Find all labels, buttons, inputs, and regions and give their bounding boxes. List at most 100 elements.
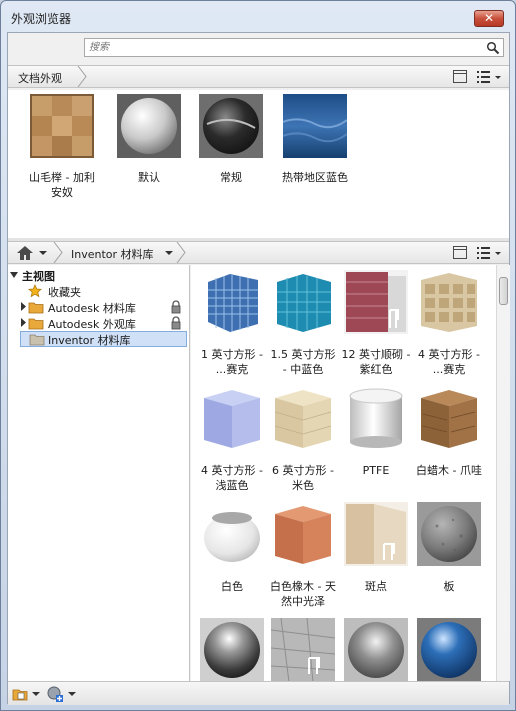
close-button[interactable]: ✕ (474, 10, 504, 27)
library-materials-grid: 1 英寸方形 - ...赛克 1.5 英寸方形 - 中蓝色 12 英寸顺砌 - … (191, 265, 496, 681)
library-menu-dropdown-icon[interactable] (32, 690, 40, 698)
search-box[interactable] (84, 38, 504, 57)
sphere-steel-swatch (344, 618, 408, 681)
document-appearances-bar: 文档外观 (8, 65, 509, 88)
material-label: 1.5 英寸方形 - 中蓝色 (270, 348, 336, 376)
thumbnail-view-icon[interactable] (453, 246, 467, 259)
material-tile[interactable]: 白蜡木 - 爪哇 (413, 386, 485, 478)
open-library-folder-icon[interactable] (12, 686, 30, 702)
collapse-arrow-icon[interactable] (10, 271, 19, 280)
material-tile[interactable]: 白色 (196, 502, 268, 594)
appearance-browser-window: 外观浏览器 ✕ 文档外观 (0, 0, 516, 711)
material-tile[interactable]: 6 英寸方形 - 米色 (267, 386, 339, 493)
material-label: 4 英寸方形 - ...赛克 (418, 348, 480, 376)
material-tile[interactable] (196, 618, 268, 681)
create-material-icon[interactable] (46, 685, 64, 703)
material-tile[interactable]: 默认 (111, 94, 187, 185)
sphere-chrome-swatch (200, 618, 264, 681)
title-bar[interactable]: 外观浏览器 ✕ (1, 1, 515, 33)
tree-item-autodesk-materials[interactable]: Autodesk 材料库 (8, 299, 189, 315)
search-input[interactable] (89, 40, 479, 55)
folder-icon (28, 318, 44, 330)
create-material-dropdown-icon[interactable] (68, 690, 76, 698)
material-tile[interactable]: 1.5 英寸方形 - 中蓝色 (267, 270, 339, 377)
material-label: 常规 (220, 171, 242, 184)
material-label: 1 英寸方形 - ...赛克 (201, 348, 263, 376)
tree-root-home-view[interactable]: 主视图 (8, 267, 189, 283)
tree-item-favorites[interactable]: 收藏夹 (8, 283, 189, 299)
dark-sphere-swatch (199, 94, 263, 158)
material-tile[interactable]: 常规 (193, 94, 269, 185)
blue-water-swatch (282, 94, 348, 158)
material-label: 白蜡木 - 爪哇 (416, 464, 482, 477)
library-dropdown-icon[interactable] (164, 248, 174, 258)
star-icon (28, 284, 42, 298)
tree-item-label: 收藏夹 (48, 286, 81, 299)
material-tile[interactable]: 4 英寸方形 - 浅蓝色 (196, 386, 268, 493)
material-label: 斑点 (365, 580, 387, 593)
material-tile[interactable]: 4 英寸方形 - ...赛克 (413, 270, 485, 377)
material-label: 4 英寸方形 - 浅蓝色 (201, 464, 263, 492)
material-label: 6 英寸方形 - 米色 (272, 464, 334, 492)
vertical-scrollbar[interactable] (496, 265, 510, 681)
expand-arrow-icon[interactable] (20, 318, 27, 327)
tree-item-autodesk-appearances[interactable]: Autodesk 外观库 (8, 315, 189, 331)
list-view-dropdown-icon[interactable] (474, 69, 504, 85)
cube-lightblue-swatch (200, 386, 264, 450)
material-label: 白色橡木 - 天然中光泽 (270, 580, 336, 608)
chair-rough-swatch (270, 617, 336, 681)
lock-icon (171, 300, 181, 314)
home-dropdown-icon[interactable] (38, 248, 48, 258)
brick-maroon-swatch (344, 270, 408, 334)
lock-icon (171, 316, 181, 330)
window-title: 外观浏览器 (11, 12, 72, 26)
material-label: 板 (443, 580, 455, 593)
thumbnail-view-icon[interactable] (453, 70, 467, 83)
document-appearances-panel: 山毛榉 - 加利安奴 默认 常规 热带地区蓝色 (8, 90, 509, 238)
home-icon[interactable] (16, 245, 34, 261)
material-label: 白色 (221, 580, 243, 593)
expand-arrow-icon[interactable] (20, 302, 27, 311)
sphere-granite-swatch (417, 502, 481, 566)
tree-item-label: Autodesk 材料库 (48, 302, 136, 315)
breadcrumb-document-appearances[interactable]: 文档外观 (18, 70, 62, 86)
material-tile[interactable]: 热带地区蓝色 (277, 94, 353, 185)
material-tile[interactable] (413, 618, 485, 681)
tree-item-inventor-materials[interactable]: Inventor 材料库 (20, 331, 187, 347)
cube-orange-swatch (271, 502, 335, 566)
breadcrumb-separator-icon (53, 242, 63, 263)
library-bar: Inventor 材料库 (8, 241, 509, 264)
cylinder-white-swatch (344, 386, 408, 450)
material-tile[interactable]: 山毛榉 - 加利安奴 (24, 94, 100, 200)
folder-icon (28, 302, 44, 314)
browser-client-area: 文档外观 山毛榉 - 加利安奴 (7, 32, 510, 705)
breadcrumb-separator-icon (77, 66, 87, 87)
material-tile[interactable] (267, 617, 339, 681)
bowl-white-swatch (200, 502, 264, 566)
breadcrumb-library[interactable]: Inventor 材料库 (71, 246, 154, 262)
tree-item-label: Autodesk 外观库 (48, 318, 136, 331)
material-tile[interactable]: 12 英寸顺砌 - 紫红色 (340, 270, 412, 377)
material-label: 12 英寸顺砌 - 紫红色 (341, 348, 411, 376)
material-tile[interactable]: PTFE (340, 386, 412, 478)
material-tile[interactable] (340, 618, 412, 681)
bottom-toolbar (8, 681, 509, 705)
search-icon[interactable] (486, 41, 500, 55)
material-tile[interactable]: 白色橡木 - 天然中光泽 (267, 502, 339, 609)
close-icon: ✕ (483, 11, 495, 25)
tile-beige-swatch (417, 270, 481, 334)
material-tile[interactable]: 1 英寸方形 - ...赛克 (196, 270, 268, 377)
chair-beige-swatch (344, 502, 408, 566)
material-tile[interactable]: 板 (413, 502, 485, 594)
tree-item-label: Inventor 材料库 (48, 334, 131, 347)
material-label: PTFE (362, 464, 390, 477)
mosaic-blue-swatch (200, 270, 264, 334)
list-view-dropdown-icon[interactable] (474, 245, 504, 261)
scrollbar-thumb[interactable] (499, 277, 508, 305)
sphere-blue-swatch (417, 618, 481, 681)
tree-root-label: 主视图 (22, 270, 55, 283)
tile-teal-swatch (271, 270, 335, 334)
material-label: 山毛榉 - 加利安奴 (29, 171, 95, 199)
material-tile[interactable]: 斑点 (340, 502, 412, 594)
folder-icon (29, 334, 45, 346)
